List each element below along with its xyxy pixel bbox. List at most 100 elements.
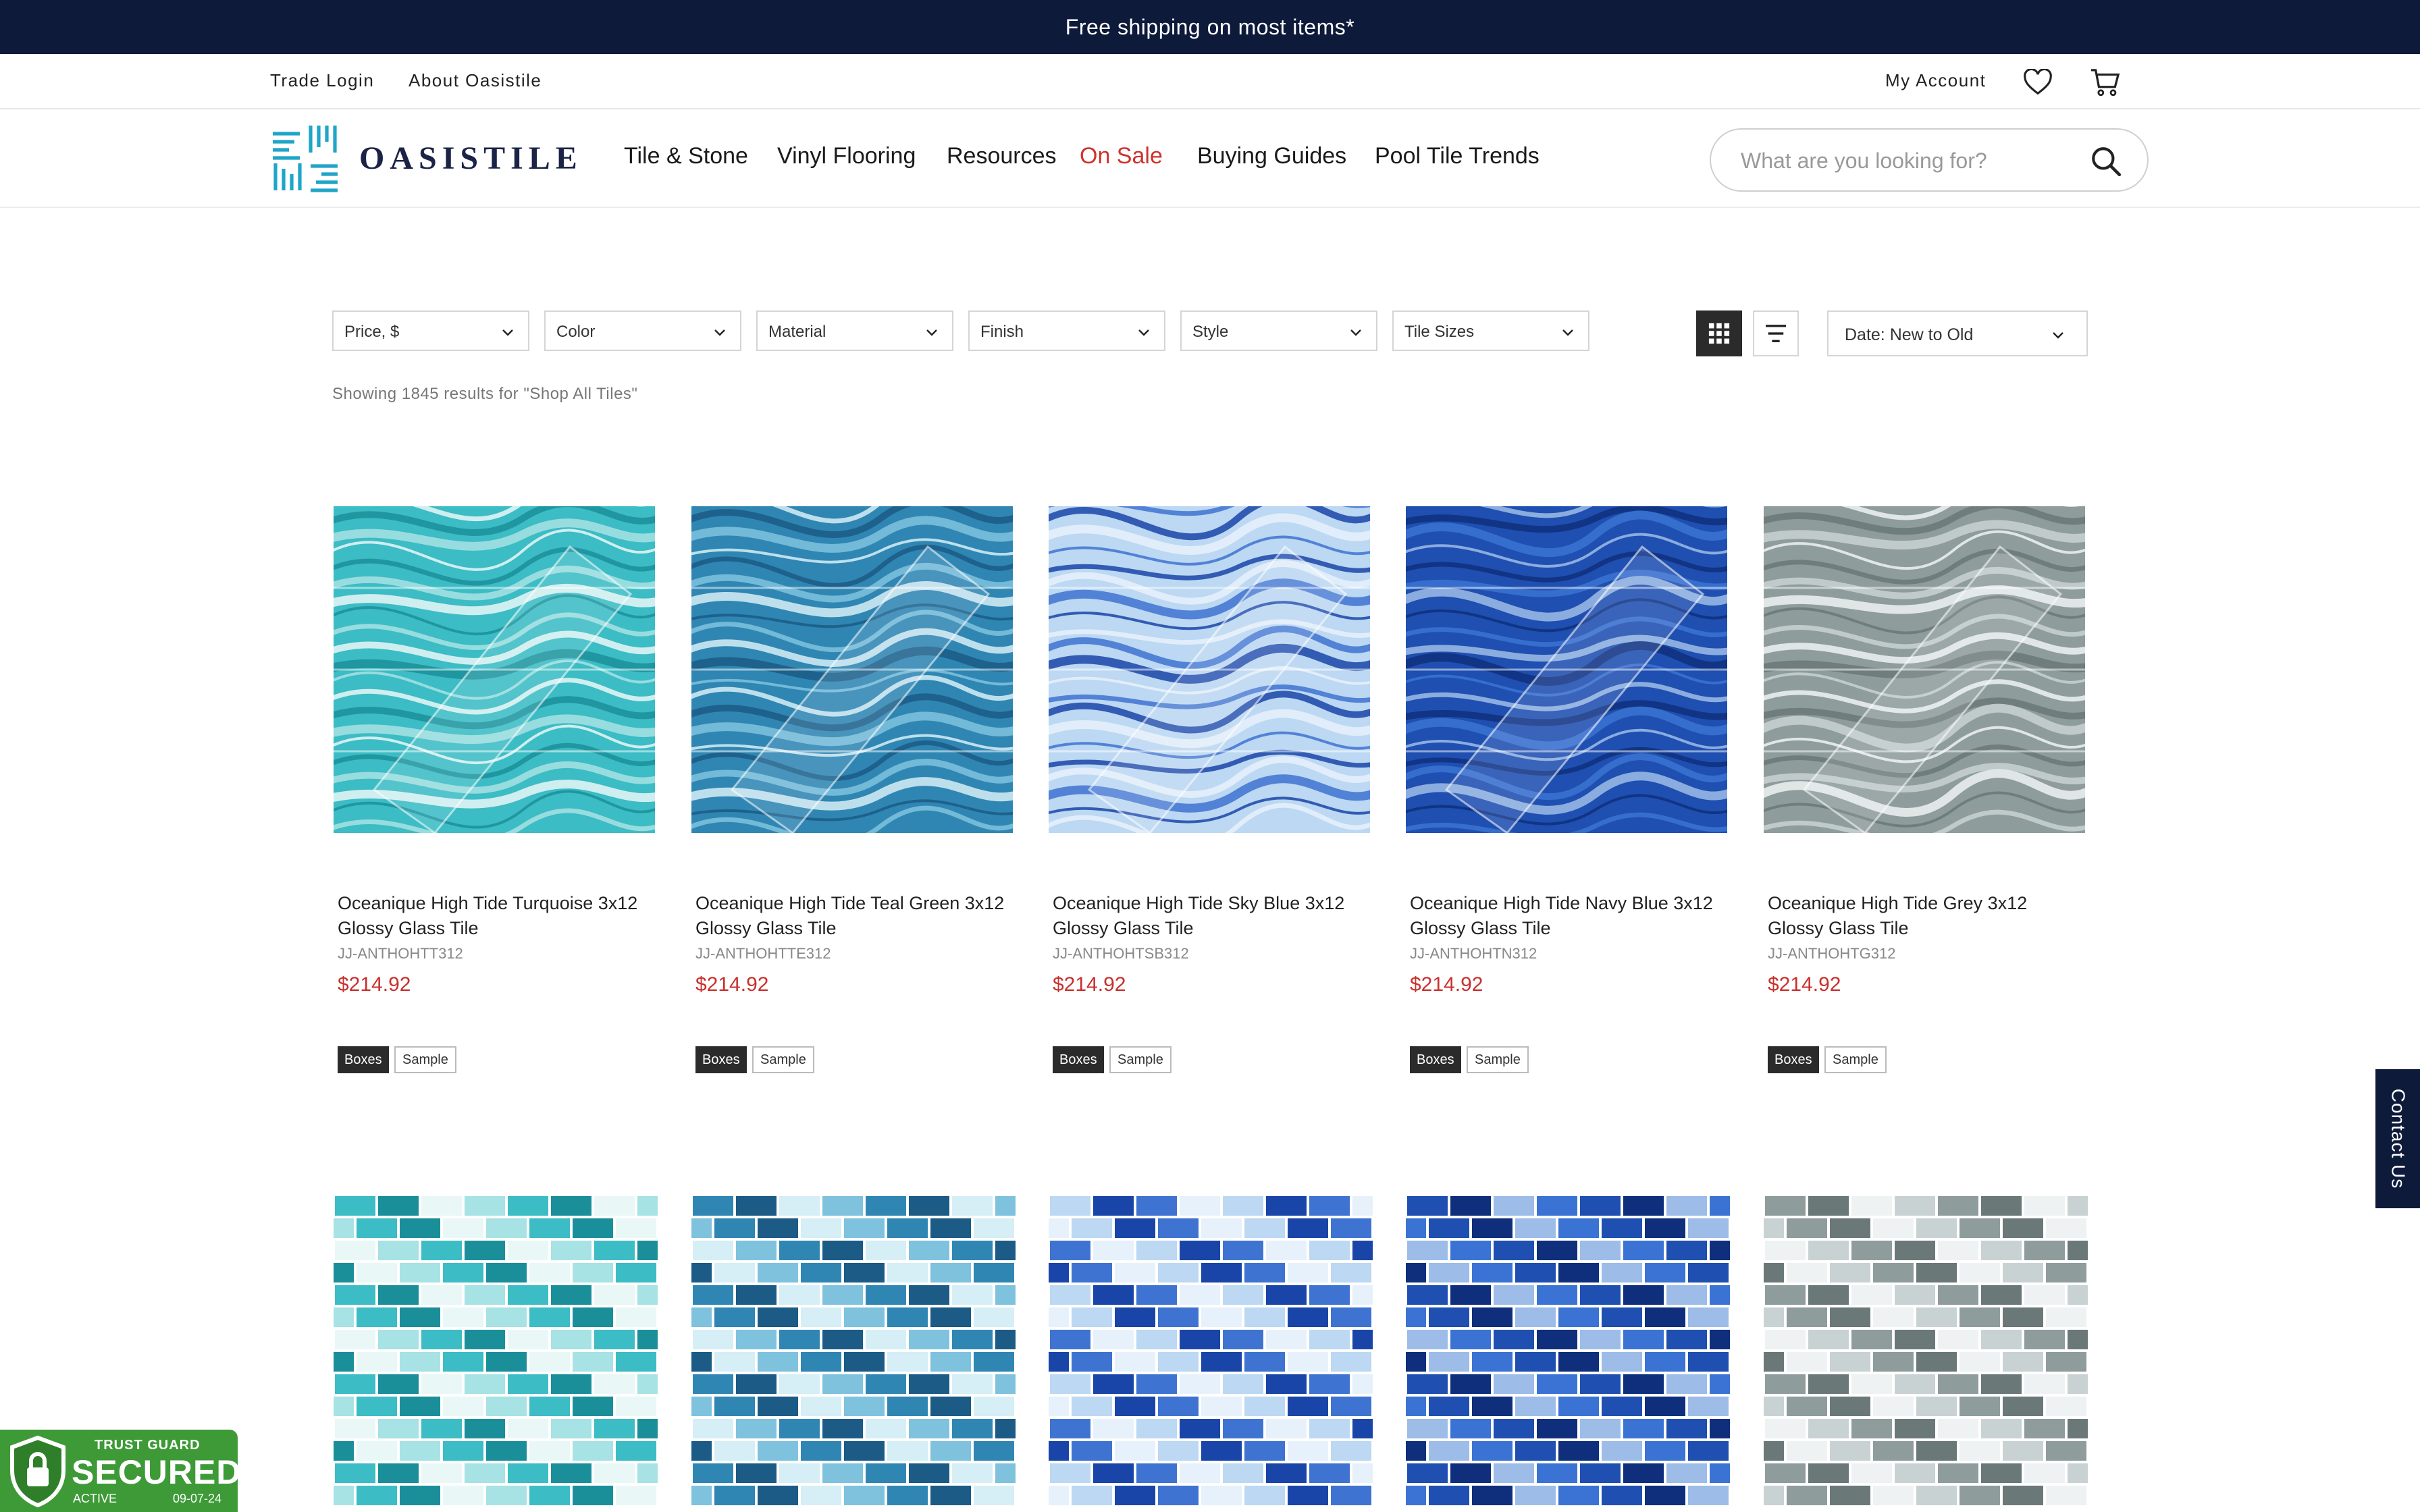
product-price: $214.92	[695, 973, 769, 996]
sort-select[interactable]: Date: New to Old	[1827, 310, 2088, 356]
product-card[interactable]	[691, 1195, 1016, 1512]
chevron-down-icon	[1562, 329, 1573, 336]
filter-style[interactable]: Style	[1180, 310, 1377, 351]
product-image	[1764, 506, 2085, 833]
product-image	[1406, 1196, 1730, 1505]
filter-tile-sizes[interactable]: Tile Sizes	[1392, 310, 1589, 351]
product-price: $214.92	[1768, 973, 1841, 996]
contact-us-label: Contact Us	[2388, 1088, 2409, 1189]
product-image	[691, 1196, 1016, 1505]
sample-option-button[interactable]: Sample	[1109, 1046, 1172, 1073]
product-price: $214.92	[338, 973, 411, 996]
product-title[interactable]: Oceanique High Tide Sky Blue 3x12 Glossy…	[1053, 891, 1370, 941]
logo-mark-icon	[273, 126, 338, 192]
announcement-bar: Free shipping on most items*	[0, 0, 2420, 54]
sample-option-button[interactable]: Sample	[752, 1046, 814, 1073]
nav-buying-guides[interactable]: Buying Guides	[1197, 143, 1346, 169]
sample-option-button[interactable]: Sample	[1467, 1046, 1529, 1073]
product-card[interactable]	[1406, 1195, 1730, 1512]
list-icon	[1766, 325, 1786, 342]
sample-option-button[interactable]: Sample	[1824, 1046, 1887, 1073]
nav-on-sale[interactable]: On Sale	[1080, 143, 1163, 169]
sort-selected-value: Date: New to Old	[1845, 325, 1974, 344]
product-image-link[interactable]	[1049, 506, 1370, 833]
utility-bar: Trade Login About Oasistile My Account	[0, 54, 2420, 109]
boxes-option-button[interactable]: Boxes	[1053, 1046, 1104, 1073]
product-image-link[interactable]	[1764, 506, 2085, 833]
product-image	[1049, 1196, 1373, 1505]
nav-pool-tile-trends[interactable]: Pool Tile Trends	[1375, 143, 1540, 169]
search-bar	[1710, 128, 2149, 192]
product-title[interactable]: Oceanique High Tide Navy Blue 3x12 Gloss…	[1410, 891, 1727, 941]
filter-label: Tile Sizes	[1404, 323, 1475, 341]
product-image	[1764, 1196, 2088, 1505]
wishlist-icon[interactable]	[2019, 63, 2057, 101]
trust-guard-status: ACTIVE	[73, 1492, 117, 1505]
product-sku: JJ-ANTHOHTN312	[1410, 945, 1537, 962]
main-navigation: OASISTILE Tile & Stone Vinyl Flooring Re…	[0, 109, 2420, 208]
filter-material[interactable]: Material	[756, 310, 953, 351]
boxes-option-button[interactable]: Boxes	[338, 1046, 389, 1073]
contact-us-tab[interactable]: Contact Us	[2375, 1069, 2420, 1208]
product-title[interactable]: Oceanique High Tide Turquoise 3x12 Gloss…	[338, 891, 655, 941]
logo-wordmark: OASISTILE	[359, 140, 583, 176]
filter-finish[interactable]: Finish	[968, 310, 1165, 351]
product-sku: JJ-ANTHOHTTE312	[695, 945, 831, 962]
list-view-button[interactable]	[1753, 310, 1799, 356]
boxes-option-button[interactable]: Boxes	[1410, 1046, 1461, 1073]
product-card[interactable]	[1049, 1195, 1373, 1512]
product-title[interactable]: Oceanique High Tide Grey 3x12 Glossy Gla…	[1768, 891, 2085, 941]
site-logo[interactable]: OASISTILE	[270, 123, 583, 193]
product-card[interactable]	[1764, 1195, 2088, 1512]
nav-resources[interactable]: Resources	[947, 143, 1057, 169]
product-image-link[interactable]	[1406, 506, 1727, 833]
filter-color[interactable]: Color	[544, 310, 741, 351]
announcement-text: Free shipping on most items*	[1065, 14, 1355, 39]
trade-login-link[interactable]: Trade Login	[270, 70, 374, 91]
product-image	[1406, 506, 1727, 833]
filter-label: Color	[556, 323, 596, 341]
filter-label: Style	[1192, 323, 1229, 341]
search-input[interactable]	[1741, 143, 2078, 178]
filter-price[interactable]: Price, $	[332, 310, 529, 351]
grid-icon	[1708, 323, 1730, 344]
product-sku: JJ-ANTHOHTT312	[338, 945, 463, 962]
trust-guard-date: 09-07-24	[173, 1492, 222, 1505]
grid-view-button[interactable]	[1696, 310, 1742, 356]
product-sku: JJ-ANTHOHTG312	[1768, 945, 1896, 962]
filter-label: Price, $	[344, 323, 400, 341]
filter-label: Finish	[980, 323, 1024, 341]
product-image	[691, 506, 1013, 833]
product-image-link[interactable]	[691, 506, 1013, 833]
shield-lock-icon	[10, 1435, 65, 1508]
boxes-option-button[interactable]: Boxes	[695, 1046, 747, 1073]
product-price: $214.92	[1053, 973, 1126, 996]
product-image	[334, 1196, 658, 1505]
cart-icon[interactable]	[2086, 63, 2124, 101]
sample-option-button[interactable]: Sample	[394, 1046, 456, 1073]
search-icon[interactable]	[2089, 144, 2123, 178]
nav-tile-stone[interactable]: Tile & Stone	[624, 143, 748, 169]
chevron-down-icon	[1138, 329, 1149, 336]
about-link[interactable]: About Oasistile	[409, 70, 542, 91]
chevron-down-icon	[926, 329, 937, 336]
nav-vinyl-flooring[interactable]: Vinyl Flooring	[777, 143, 916, 169]
chevron-down-icon	[502, 329, 513, 336]
product-title[interactable]: Oceanique High Tide Teal Green 3x12 Glos…	[695, 891, 1013, 941]
boxes-option-button[interactable]: Boxes	[1768, 1046, 1819, 1073]
product-image	[1049, 506, 1370, 833]
trust-guard-secured: SECURED	[72, 1453, 242, 1491]
product-sku: JJ-ANTHOHTSB312	[1053, 945, 1189, 962]
result-count: Showing 1845 results for "Shop All Tiles…	[332, 385, 638, 403]
product-price: $214.92	[1410, 973, 1483, 996]
filter-label: Material	[768, 323, 826, 341]
trust-guard-badge[interactable]: TRUST GUARD SECURED ACTIVE 09-07-24	[0, 1430, 242, 1512]
product-image-link[interactable]	[334, 506, 655, 833]
my-account-link[interactable]: My Account	[1885, 70, 1986, 91]
product-image	[334, 506, 655, 833]
chevron-down-icon	[714, 329, 725, 336]
trust-guard-brand: TRUST GUARD	[95, 1438, 201, 1453]
chevron-down-icon	[2053, 332, 2063, 339]
product-card[interactable]	[334, 1195, 658, 1512]
chevron-down-icon	[1350, 329, 1361, 336]
